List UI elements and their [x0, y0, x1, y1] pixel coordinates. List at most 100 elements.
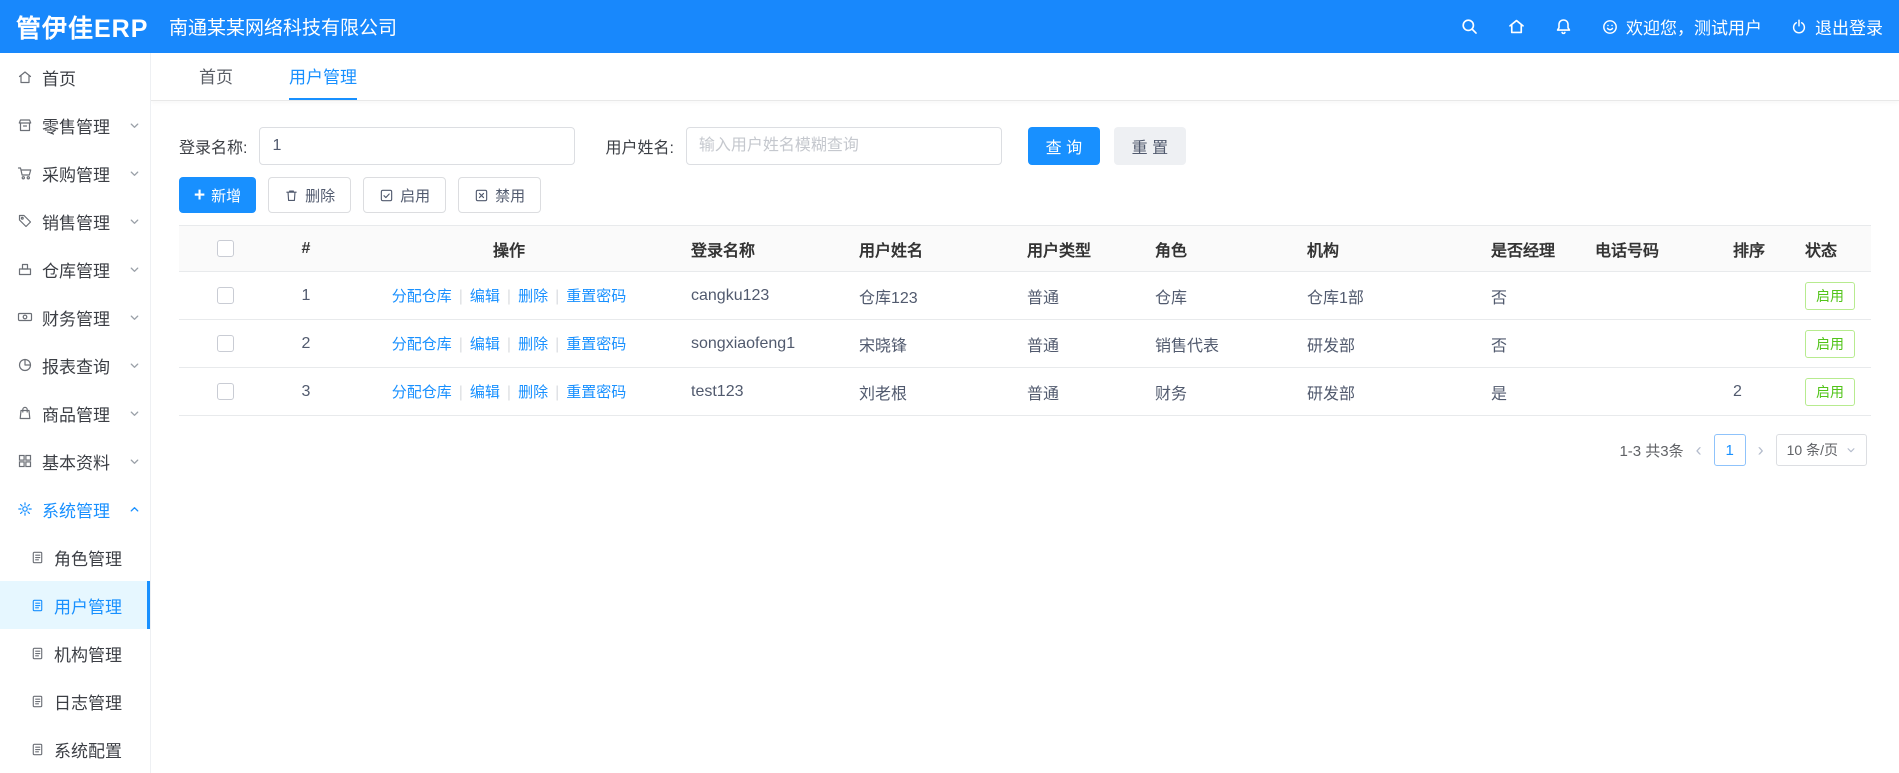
enable-button-label: 启用: [400, 187, 431, 205]
select-all-checkbox[interactable]: [216, 239, 234, 257]
page-size-select[interactable]: 10 条/页: [1775, 434, 1867, 466]
sidebar-subitem-role[interactable]: 角色管理: [0, 533, 150, 581]
reset-password-link[interactable]: 重置密码: [566, 336, 626, 353]
sidebar-item-label: 仓库管理: [42, 261, 110, 281]
pagination-total: 1-3 共3条: [1619, 442, 1684, 460]
user-table: # 操作 登录名称 用户姓名 用户类型 角色 机构 是否经理 电话号码 排序 状…: [179, 225, 1871, 416]
col-header-role: 角色: [1141, 225, 1293, 272]
cell-name: 宋晓锋: [845, 319, 1013, 368]
col-header-type: 用户类型: [1013, 225, 1141, 272]
sidebar-item-report[interactable]: 报表查询: [0, 341, 150, 389]
top-header: 管伊佳ERP 南通某某网络科技有限公司 欢迎您，测试用户 退出登录: [0, 0, 1899, 53]
tab-user-management[interactable]: 用户管理: [289, 53, 357, 100]
sidebar-item-purchase[interactable]: 采购管理: [0, 149, 150, 197]
cell-org: 仓库1部: [1293, 271, 1477, 320]
user-table-wrap: # 操作 登录名称 用户姓名 用户类型 角色 机构 是否经理 电话号码 排序 状…: [179, 225, 1871, 416]
sidebar-item-home[interactable]: 首页: [0, 53, 150, 101]
check-square-icon: [379, 188, 394, 203]
chevron-down-icon: [129, 216, 140, 227]
user-name-input[interactable]: [685, 127, 1002, 165]
goods-icon: [17, 405, 33, 421]
delete-link[interactable]: 删除: [518, 288, 548, 305]
sidebar-item-warehouse[interactable]: 仓库管理: [0, 245, 150, 293]
sidebar-subitem-log[interactable]: 日志管理: [0, 677, 150, 725]
action-divider: |: [458, 384, 463, 401]
home-shortcut-icon[interactable]: [1507, 17, 1526, 36]
assign-warehouse-link[interactable]: 分配仓库: [392, 288, 452, 305]
row-checkbox[interactable]: [216, 286, 234, 304]
table-header-row: # 操作 登录名称 用户姓名 用户类型 角色 机构 是否经理 电话号码 排序 状…: [179, 225, 1871, 272]
edit-link[interactable]: 编辑: [470, 288, 500, 305]
assign-warehouse-link[interactable]: 分配仓库: [392, 336, 452, 353]
cell-manager: 否: [1477, 271, 1581, 320]
main-area: 首页 用户管理 登录名称: 用户姓名: 查 询 重 置 + 新增 删除: [151, 53, 1899, 773]
col-header-org: 机构: [1293, 225, 1477, 272]
reset-password-link[interactable]: 重置密码: [566, 288, 626, 305]
disable-button[interactable]: 禁用: [458, 177, 542, 213]
sidebar-item-goods[interactable]: 商品管理: [0, 389, 150, 437]
sidebar-item-label: 销售管理: [42, 213, 110, 233]
retail-icon: [17, 117, 33, 133]
sidebar-item-basic-data[interactable]: 基本资料: [0, 437, 150, 485]
action-divider: |: [555, 288, 560, 305]
next-page-button[interactable]: ›: [1756, 441, 1766, 459]
doc-icon: [30, 694, 45, 709]
table-row: 1 分配仓库 | 编辑 | 删除 | 重置密码 cangku123 仓库123 普通 仓库 …: [179, 271, 1871, 320]
row-checkbox[interactable]: [216, 334, 234, 352]
edit-link[interactable]: 编辑: [470, 384, 500, 401]
pagination: 1-3 共3条 ‹ 1 › 10 条/页: [179, 434, 1871, 466]
status-badge[interactable]: 启用: [1805, 329, 1855, 358]
chevron-down-icon: [129, 168, 140, 179]
cell-login: test123: [677, 367, 845, 416]
sidebar-item-retail[interactable]: 零售管理: [0, 101, 150, 149]
cell-actions: 分配仓库 | 编辑 | 删除 | 重置密码: [341, 319, 677, 368]
page-size-value: 10 条/页: [1786, 442, 1838, 458]
row-checkbox[interactable]: [216, 382, 234, 400]
cell-phone: [1581, 271, 1719, 320]
action-divider: |: [458, 336, 463, 353]
sidebar-item-system[interactable]: 系统管理: [0, 485, 150, 533]
tab-bar: 首页 用户管理: [151, 53, 1899, 101]
cell-type: 普通: [1013, 271, 1141, 320]
chevron-down-icon: [129, 456, 140, 467]
cell-login: cangku123: [677, 271, 845, 320]
login-name-input[interactable]: [259, 127, 576, 165]
chevron-down-icon: [129, 120, 140, 131]
welcome-user[interactable]: 欢迎您，测试用户: [1601, 14, 1762, 39]
cell-org: 研发部: [1293, 367, 1477, 416]
sidebar-subitem-user[interactable]: 用户管理: [0, 581, 150, 629]
edit-link[interactable]: 编辑: [470, 336, 500, 353]
status-badge[interactable]: 启用: [1805, 281, 1855, 310]
add-button[interactable]: + 新增: [179, 177, 257, 213]
report-icon: [17, 357, 33, 373]
enable-button[interactable]: 启用: [363, 177, 447, 213]
page-number-button[interactable]: 1: [1713, 434, 1746, 466]
search-icon[interactable]: [1460, 17, 1479, 36]
delete-button[interactable]: 删除: [268, 177, 352, 213]
delete-link[interactable]: 删除: [518, 336, 548, 353]
sidebar-subitem-label: 机构管理: [54, 645, 122, 665]
basic-data-icon: [17, 453, 33, 469]
action-divider: |: [458, 288, 463, 305]
sidebar-item-label: 报表查询: [42, 357, 110, 377]
sidebar-item-label: 财务管理: [42, 309, 110, 329]
assign-warehouse-link[interactable]: 分配仓库: [392, 384, 452, 401]
action-divider: |: [506, 288, 512, 305]
prev-page-button[interactable]: ‹: [1694, 441, 1704, 459]
tab-home[interactable]: 首页: [199, 53, 233, 100]
logout-button[interactable]: 退出登录: [1790, 14, 1883, 39]
delete-link[interactable]: 删除: [518, 384, 548, 401]
reset-password-link[interactable]: 重置密码: [566, 384, 626, 401]
sidebar-subitem-config[interactable]: 系统配置: [0, 725, 150, 773]
sidebar-item-label: 商品管理: [42, 405, 110, 425]
sidebar-item-sales[interactable]: 销售管理: [0, 197, 150, 245]
cell-name: 刘老根: [845, 367, 1013, 416]
bell-icon[interactable]: [1554, 17, 1573, 36]
sidebar-subitem-org[interactable]: 机构管理: [0, 629, 150, 677]
reset-button[interactable]: 重 置: [1113, 127, 1186, 165]
sidebar-item-finance[interactable]: 财务管理: [0, 293, 150, 341]
user-smile-icon: [1601, 18, 1619, 36]
status-badge[interactable]: 启用: [1805, 377, 1855, 406]
home-icon: [17, 69, 33, 85]
query-button[interactable]: 查 询: [1027, 127, 1100, 165]
